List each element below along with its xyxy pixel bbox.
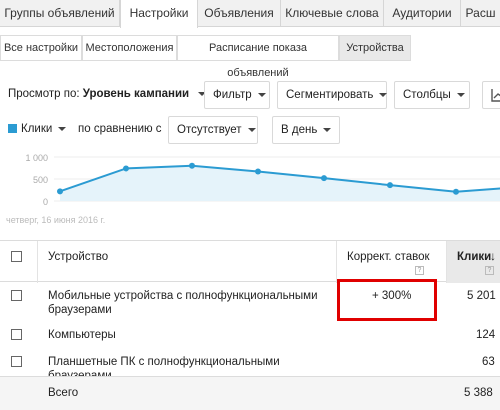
y-tick-label: 0 (43, 197, 48, 207)
subtab-ad-schedule[interactable]: Расписание показа объявлений (177, 35, 339, 79)
data-point[interactable] (255, 168, 261, 175)
chevron-down-icon (257, 92, 266, 97)
compare-label: по сравнению с (78, 123, 162, 135)
top-tabs: Группы объявлений Настройки Объявления К… (0, 0, 500, 28)
divider (37, 241, 38, 283)
segment-button[interactable]: Сегментировать (277, 81, 388, 109)
data-point[interactable] (453, 188, 459, 195)
view-level-dropdown[interactable]: Просмотр по: Уровень кампании (0, 81, 207, 109)
data-point[interactable] (387, 182, 393, 189)
data-point[interactable] (123, 165, 129, 172)
data-point[interactable] (57, 188, 63, 195)
metric-label: Клики (21, 123, 53, 135)
view-value: Уровень кампании (82, 88, 190, 100)
device-name: Мобильные устройства с полнофункциональн… (48, 290, 318, 302)
chevron-down-icon (58, 126, 67, 131)
header-clicks[interactable]: Клики (457, 250, 491, 265)
tab-ad-groups[interactable]: Группы объявлений (0, 0, 120, 27)
table-header: Устройство Коррект. ставок ? Клики ↓ ? (0, 240, 500, 283)
clicks-value: 63 (482, 356, 495, 368)
chevron-down-icon (456, 92, 465, 97)
compare-value: Отсутствует (177, 124, 242, 136)
select-all-checkbox[interactable] (11, 251, 22, 262)
device-name: Планшетные ПК с полнофункциональными (48, 356, 280, 368)
subtab-locations[interactable]: Местоположения (82, 35, 177, 61)
period-dropdown[interactable]: В день (272, 116, 340, 144)
tab-keywords[interactable]: Ключевые слова (281, 0, 384, 27)
total-label: Всего (48, 387, 79, 399)
row-checkbox[interactable] (11, 290, 22, 301)
chevron-down-icon (247, 127, 256, 132)
segment-label: Сегментировать (286, 89, 374, 101)
help-icon[interactable]: ? (415, 266, 424, 275)
metric-dropdown[interactable]: Клики (2, 116, 70, 144)
compare-dropdown[interactable]: Отсутствует (168, 116, 258, 144)
y-tick-label: 500 (33, 175, 48, 185)
divider (336, 241, 337, 283)
chevron-down-icon (379, 92, 388, 97)
divider (446, 241, 447, 283)
header-device[interactable]: Устройство (48, 250, 108, 265)
series-swatch (8, 124, 17, 134)
data-point[interactable] (321, 175, 327, 182)
clicks-chart: 1 000 500 0 четверг, 16 июня 2016 г. (6, 153, 500, 225)
chart-toggle-button[interactable] (482, 81, 500, 109)
header-bid-adj[interactable]: Коррект. ставок (347, 250, 430, 265)
columns-label: Столбцы (403, 89, 451, 101)
device-name-cont: браузерами (48, 304, 112, 316)
clicks-value: 124 (476, 329, 496, 341)
filter-label: Фильтр (213, 89, 252, 101)
subtab-all-settings[interactable]: Все настройки (0, 35, 82, 61)
x-axis-label: четверг, 16 июня 2016 г. (6, 215, 105, 225)
help-icon[interactable]: ? (485, 266, 494, 275)
tab-ads[interactable]: Объявления (198, 0, 281, 27)
subtab-devices[interactable]: Устройства (339, 35, 411, 61)
tab-extensions[interactable]: Расш (461, 0, 500, 27)
sort-arrow-icon: ↓ (490, 249, 496, 263)
highlight-box (337, 279, 437, 321)
tab-settings[interactable]: Настройки (120, 0, 198, 28)
period-label: В день (281, 124, 318, 136)
row-checkbox[interactable] (11, 329, 22, 340)
row-checkbox[interactable] (11, 356, 22, 367)
device-name: Компьютеры (48, 329, 116, 341)
filter-button[interactable]: Фильтр (204, 81, 270, 109)
columns-button[interactable]: Столбцы (394, 81, 470, 109)
view-prefix: Просмотр по: (8, 88, 80, 100)
tab-audiences[interactable]: Аудитории (384, 0, 461, 27)
chart-icon (491, 89, 500, 102)
data-point[interactable] (189, 162, 195, 169)
clicks-value: 5 201 (467, 290, 496, 302)
y-tick-label: 1 000 (25, 153, 48, 163)
chevron-down-icon (323, 127, 332, 132)
total-clicks: 5 388 (464, 387, 493, 399)
table-total-row: Всего 5 388 (0, 376, 500, 410)
